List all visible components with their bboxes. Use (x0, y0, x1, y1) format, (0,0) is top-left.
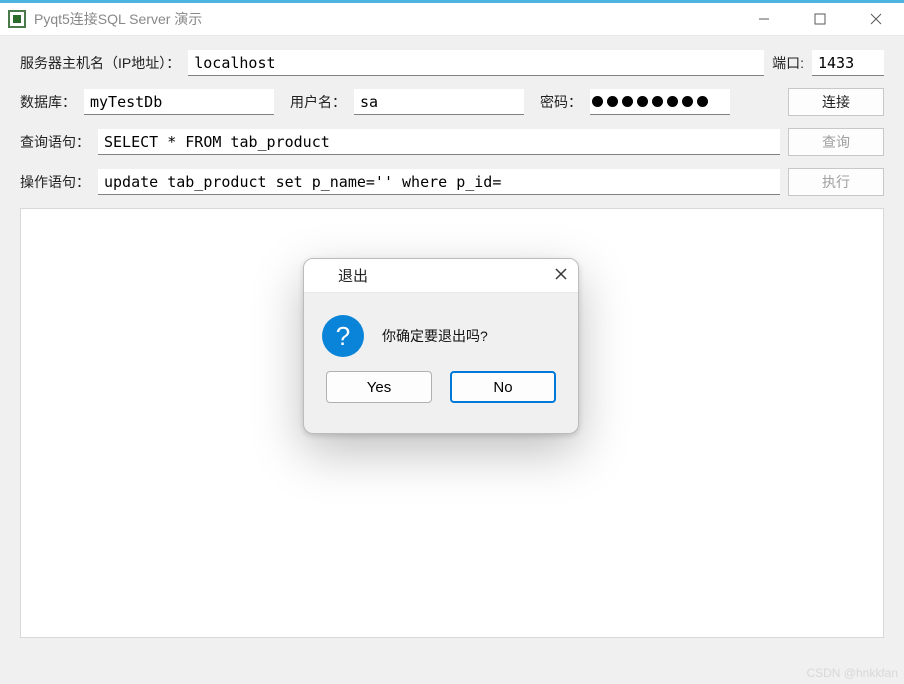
user-input[interactable] (354, 89, 524, 115)
yes-button[interactable]: Yes (326, 371, 432, 403)
no-button[interactable]: No (450, 371, 556, 403)
close-icon (869, 12, 883, 26)
exec-label: 操作语句： (20, 172, 90, 192)
dialog-message: 你确定要退出吗? (382, 326, 488, 346)
exec-input[interactable] (98, 169, 780, 195)
maximize-icon (813, 12, 827, 26)
minimize-button[interactable] (736, 3, 792, 35)
window-title: Pyqt5连接SQL Server 演示 (34, 9, 202, 29)
query-input[interactable] (98, 129, 780, 155)
row-db: 数据库： 用户名： 密码： 连接 (20, 88, 884, 116)
close-icon (554, 267, 568, 281)
question-icon: ? (322, 315, 364, 357)
exec-button[interactable]: 执行 (788, 168, 884, 196)
query-button[interactable]: 查询 (788, 128, 884, 156)
dialog-buttons: Yes No (304, 371, 578, 421)
minimize-icon (757, 12, 771, 26)
close-button[interactable] (848, 3, 904, 35)
dialog-close-button[interactable] (554, 267, 568, 284)
db-label: 数据库： (20, 92, 76, 112)
connect-button[interactable]: 连接 (788, 88, 884, 116)
db-input[interactable] (84, 89, 274, 115)
row-host: 服务器主机名（IP地址）： 端口: (20, 50, 884, 76)
dialog-body: ? 你确定要退出吗? (304, 293, 578, 371)
dialog-title: 退出 (338, 265, 368, 286)
host-label: 服务器主机名（IP地址）： (20, 53, 180, 73)
host-input[interactable] (188, 50, 764, 76)
app-icon (8, 10, 26, 28)
port-label: 端口: (772, 53, 804, 73)
titlebar: Pyqt5连接SQL Server 演示 (0, 0, 904, 36)
row-exec: 操作语句： 执行 (20, 168, 884, 196)
watermark: CSDN @hnkkfan (806, 666, 898, 680)
row-query: 查询语句： 查询 (20, 128, 884, 156)
window-controls (736, 3, 904, 35)
dialog-titlebar: 退出 (304, 259, 578, 293)
user-label: 用户名： (290, 92, 346, 112)
pwd-label: 密码： (540, 92, 582, 112)
pwd-input[interactable] (590, 89, 730, 115)
port-input[interactable] (812, 50, 884, 76)
query-label: 查询语句： (20, 132, 90, 152)
exit-dialog: 退出 ? 你确定要退出吗? Yes No (303, 258, 579, 434)
main-window: Pyqt5连接SQL Server 演示 服务器主机名（IP地址）： 端口: 数… (0, 0, 904, 684)
dialog-app-icon (314, 268, 330, 284)
maximize-button[interactable] (792, 3, 848, 35)
